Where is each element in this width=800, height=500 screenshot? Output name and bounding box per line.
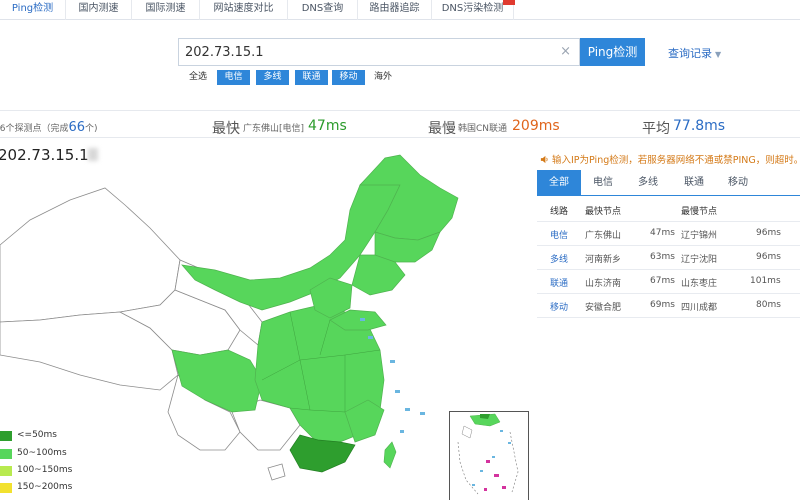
tab-mobile[interactable]: 移动 — [717, 170, 759, 196]
filter-mobile[interactable]: 移动 — [332, 70, 365, 85]
average-label: 平均 — [642, 121, 670, 137]
inset-map — [457, 413, 519, 495]
notice-text: 输入IP为Ping检测，若服务器网络不通或禁PING，则超时。 — [540, 152, 800, 166]
average-value: 77.8ms — [673, 118, 726, 134]
col-fast: 最快节点 — [585, 207, 622, 217]
legend-swatch — [0, 431, 12, 441]
region-hainan[interactable] — [267, 463, 286, 481]
search-box: × — [178, 38, 580, 66]
tab-all[interactable]: 全部 — [537, 170, 581, 196]
fastest-node: 广东佛山[电信] — [243, 124, 305, 134]
tab-dns-query[interactable]: DNS查询 — [288, 0, 358, 20]
filter-telecom[interactable]: 电信 — [217, 70, 250, 85]
legend-swatch — [0, 466, 12, 476]
region-xinjiang[interactable] — [0, 187, 181, 323]
table-header: 线路 最快节点 最慢节点 — [537, 198, 800, 222]
region-guangdong[interactable] — [289, 434, 356, 473]
tab-multiline[interactable]: 多线 — [625, 170, 671, 196]
slowest-value: 209ms — [512, 118, 560, 134]
top-nav: Ping检测 国内测速 国际测速 网站速度对比 DNS查询 路由器追踪 DNS污… — [0, 0, 800, 20]
fastest-value: 47ms — [308, 118, 347, 134]
line-tabs: 全部 电信 多线 联通 移动 — [537, 170, 800, 196]
speaker-icon — [540, 155, 548, 164]
filter-unicom[interactable]: 联通 — [295, 70, 328, 85]
tab-unicom[interactable]: 联通 — [671, 170, 717, 196]
filter-multiline[interactable]: 多线 — [256, 70, 289, 85]
table-row: 多线 河南新乡 63ms 辽宁沈阳 96ms — [537, 246, 800, 270]
table-row: 移动 安徽合肥 69ms 四川成都 80ms — [537, 294, 800, 318]
history-dropdown[interactable]: 查询记录 ▼ — [668, 45, 721, 61]
stats-bar: 66个探测点（完成66个) 最快 广东佛山[电信] 47ms 最慢 韩国CN联通… — [0, 110, 800, 138]
slowest-label: 最慢 — [428, 121, 456, 137]
tab-site-compare[interactable]: 网站速度对比 — [200, 0, 288, 20]
region-taiwan[interactable] — [383, 441, 397, 469]
table-row: 电信 广东佛山 47ms 辽宁锦州 96ms — [537, 222, 800, 246]
table-row: 联通 山东济南 67ms 山东枣庄 101ms — [537, 270, 800, 294]
close-icon[interactable]: × — [560, 44, 571, 59]
south-sea-inset — [449, 411, 529, 500]
new-badge — [503, 0, 515, 5]
tab-international-speed[interactable]: 国际测速 — [132, 0, 200, 20]
history-label: 查询记录 — [668, 47, 712, 60]
ping-button[interactable]: Ping检测 — [580, 38, 645, 66]
slowest-node: 韩国CN联通 — [458, 124, 508, 134]
col-slow: 最慢节点 — [681, 207, 718, 217]
legend-swatch — [0, 449, 12, 459]
filter-select-all[interactable]: 全选 — [188, 70, 208, 85]
chevron-down-icon: ▼ — [715, 50, 722, 59]
filter-overseas[interactable]: 海外 — [372, 70, 394, 85]
tab-dns-pollution[interactable]: DNS污染检测 — [432, 0, 514, 20]
ip-input[interactable] — [185, 42, 545, 62]
tab-traceroute[interactable]: 路由器追踪 — [358, 0, 432, 20]
col-line: 线路 — [550, 207, 569, 217]
legend-swatch — [0, 483, 12, 493]
tab-telecom[interactable]: 电信 — [581, 170, 625, 196]
probe-count: 66个探测点（完成66个) — [0, 120, 98, 135]
fastest-label: 最快 — [212, 121, 240, 137]
tab-domestic-speed[interactable]: 国内测速 — [66, 0, 132, 20]
tab-ping[interactable]: Ping检测 — [0, 0, 66, 20]
